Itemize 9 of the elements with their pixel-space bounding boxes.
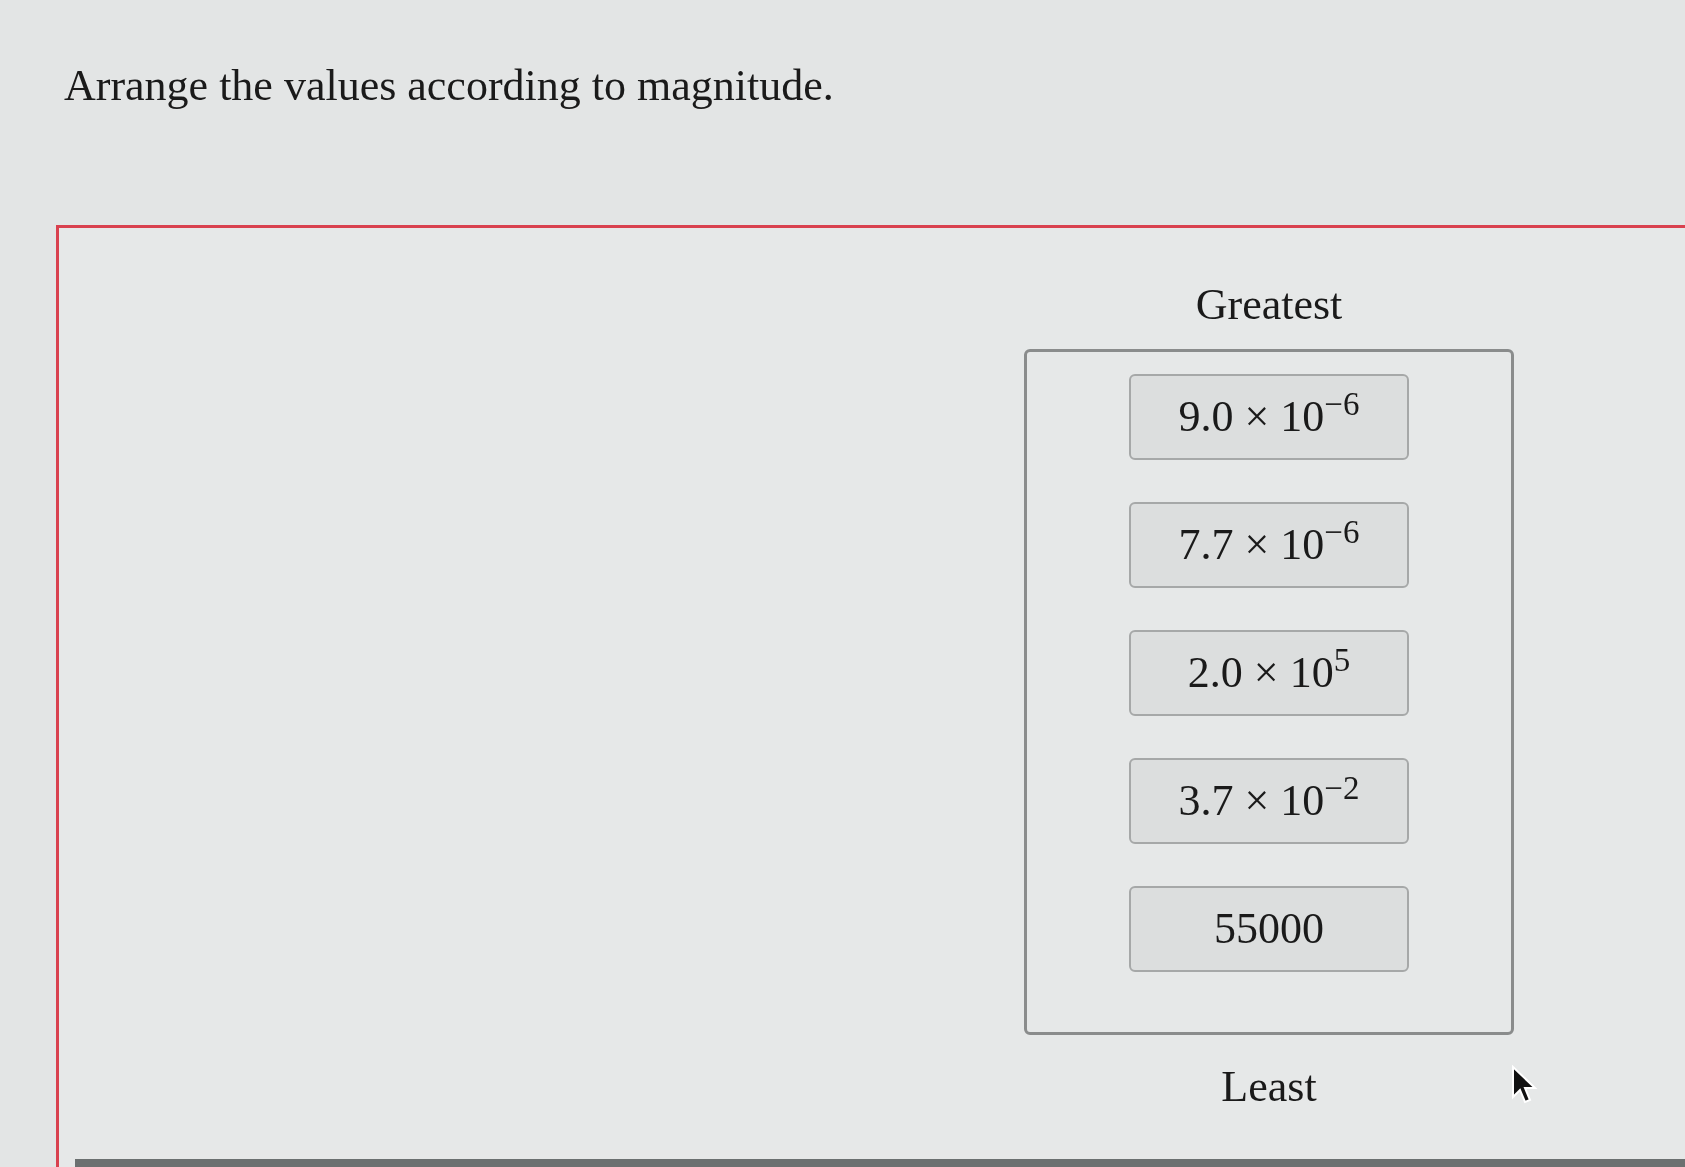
- value-tile[interactable]: 55000: [1129, 886, 1409, 972]
- value-tile[interactable]: 7.7 × 10$^{−6}$: [1129, 502, 1409, 588]
- least-label: Least: [1221, 1065, 1317, 1109]
- value-tile[interactable]: 2.0 × 10$^{5}$: [1129, 630, 1409, 716]
- greatest-label: Greatest: [1195, 283, 1343, 327]
- value-tile[interactable]: 9.0 × 10$^{−6}$: [1129, 374, 1409, 460]
- value-tile[interactable]: 3.7 × 10$^{−2}$: [1129, 758, 1409, 844]
- question-text: Arrange the values according to magnitude.: [64, 60, 835, 112]
- cursor-icon: [1511, 1065, 1539, 1105]
